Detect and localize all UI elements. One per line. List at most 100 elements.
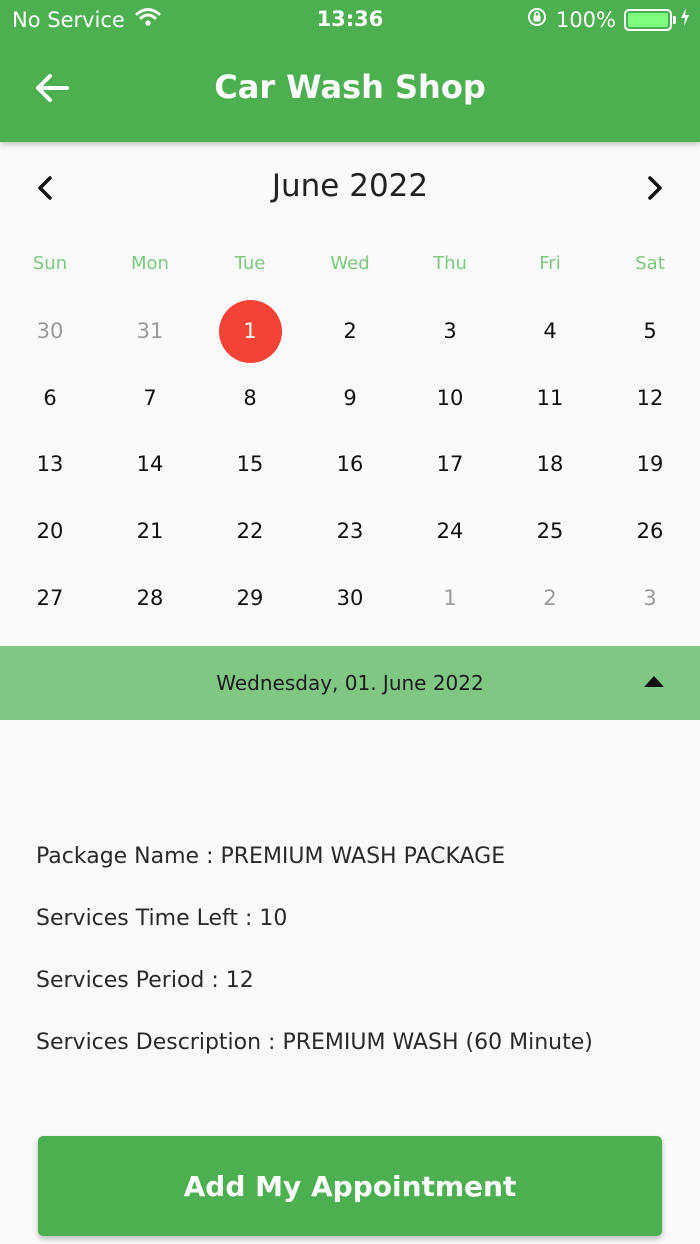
calendar-day[interactable]: 3 [600,564,700,631]
calendar-day-selected[interactable]: 1 [200,298,300,365]
day-number: 30 [336,585,364,610]
day-number: 2 [543,585,557,610]
calendar-day[interactable]: 22 [200,498,300,565]
calendar-day[interactable]: 20 [0,498,100,565]
battery-percent: 100% [555,7,616,32]
calendar-day[interactable]: 30 [0,298,100,365]
calendar-day[interactable]: 6 [0,365,100,432]
calendar-day[interactable]: 7 [100,365,200,432]
day-number: 17 [436,452,464,477]
calendar-day[interactable]: 2 [500,564,600,631]
calendar-day[interactable]: 23 [300,498,400,565]
day-number: 23 [336,519,364,544]
add-appointment-button[interactable]: Add My Appointment [38,1136,662,1236]
day-number: 25 [536,519,564,544]
calendar-day[interactable]: 3 [400,298,500,365]
day-number: 5 [643,319,657,344]
calendar-day[interactable]: 26 [600,498,700,565]
calendar-day[interactable]: 12 [600,365,700,432]
day-number: 11 [536,385,564,410]
calendar-day[interactable]: 9 [300,365,400,432]
services-time-left: Services Time Left : 10 [36,906,288,931]
day-number: 9 [343,385,357,410]
month-title: June 2022 [271,168,429,204]
calendar-day[interactable]: 25 [500,498,600,565]
calendar-day[interactable]: 2 [300,298,400,365]
day-number: 24 [436,519,464,544]
weekday-label: Wed [330,253,370,274]
calendar-day[interactable]: 1 [400,564,500,631]
package-name: Package Name : PREMIUM WASH PACKAGE [36,844,506,869]
calendar-day[interactable]: 21 [100,498,200,565]
day-number: 26 [636,519,664,544]
battery-icon [624,8,676,31]
package-info: Package Name : PREMIUM WASH PACKAGE Serv… [36,840,676,1088]
calendar-day[interactable]: 11 [500,365,600,432]
day-number: 3 [443,319,457,344]
weekday-header: Sun Mon Tue Wed Thu Fri Sat [0,253,700,279]
calendar-week-row: 27 28 29 30 1 2 3 [0,564,700,631]
calendar-day[interactable]: 27 [0,564,100,631]
weekday-label: Sat [635,253,665,274]
day-number: 16 [336,452,364,477]
calendar-day[interactable]: 15 [200,431,300,498]
month-header: June 2022 [0,160,700,216]
day-number: 2 [343,319,357,344]
triangle-up-icon[interactable] [644,676,664,687]
day-number: 8 [243,385,257,410]
selected-date-bar[interactable]: Wednesday, 01. June 2022 [0,646,700,720]
day-number: 1 [443,585,457,610]
app-bar: Car Wash Shop [0,40,700,142]
day-number: 12 [636,385,664,410]
chevron-right-icon [636,176,672,210]
rotation-lock-icon [526,6,548,33]
weekday-label: Tue [234,253,266,274]
day-number: 1 [218,299,282,363]
calendar-day[interactable]: 5 [600,298,700,365]
calendar-day[interactable]: 29 [200,564,300,631]
weekday-label: Fri [539,253,561,274]
day-number: 29 [236,585,264,610]
calendar-day[interactable]: 14 [100,431,200,498]
calendar-week-row: 6 7 8 9 10 11 12 [0,365,700,432]
day-number: 10 [436,385,464,410]
calendar-day[interactable]: 19 [600,431,700,498]
calendar-day[interactable]: 10 [400,365,500,432]
day-number: 6 [43,385,57,410]
calendar-grid: 30 31 1 2 3 4 5 6 7 8 9 10 11 12 13 14 15 16 17 18 19 20 21 22 2… [0,298,700,631]
day-number: 22 [236,519,264,544]
calendar-day[interactable]: 17 [400,431,500,498]
day-number: 28 [136,585,164,610]
day-number: 30 [36,319,64,344]
weekday-label: Sun [32,253,68,274]
day-number: 31 [136,319,164,344]
day-number: 19 [636,452,664,477]
calendar-week-row: 20 21 22 23 24 25 26 [0,498,700,565]
day-number: 20 [36,519,64,544]
day-number: 27 [36,585,64,610]
calendar-day[interactable]: 31 [100,298,200,365]
calendar-day[interactable]: 8 [200,365,300,432]
calendar-day[interactable]: 4 [500,298,600,365]
services-period: Services Period : 12 [36,968,254,993]
calendar-day[interactable]: 13 [0,431,100,498]
weekday-label: Mon [131,253,169,274]
header: No Service 13:36 100% Car Wash Shop [0,0,700,142]
weekday-label: Thu [433,253,467,274]
calendar-day[interactable]: 28 [100,564,200,631]
calendar-week-row: 30 31 1 2 3 4 5 [0,298,700,365]
calendar-week-row: 13 14 15 16 17 18 19 [0,431,700,498]
next-month-button[interactable] [636,170,672,206]
calendar-day[interactable]: 24 [400,498,500,565]
status-bar: No Service 13:36 100% [0,0,700,40]
charging-icon [680,7,690,32]
calendar-day[interactable]: 30 [300,564,400,631]
day-number: 14 [136,452,164,477]
calendar-day[interactable]: 16 [300,431,400,498]
day-number: 18 [536,452,564,477]
day-number: 4 [543,319,557,344]
day-number: 7 [143,385,157,410]
calendar-day[interactable]: 18 [500,431,600,498]
day-number: 21 [136,519,164,544]
services-description: Services Description : PREMIUM WASH (60 … [36,1030,593,1055]
